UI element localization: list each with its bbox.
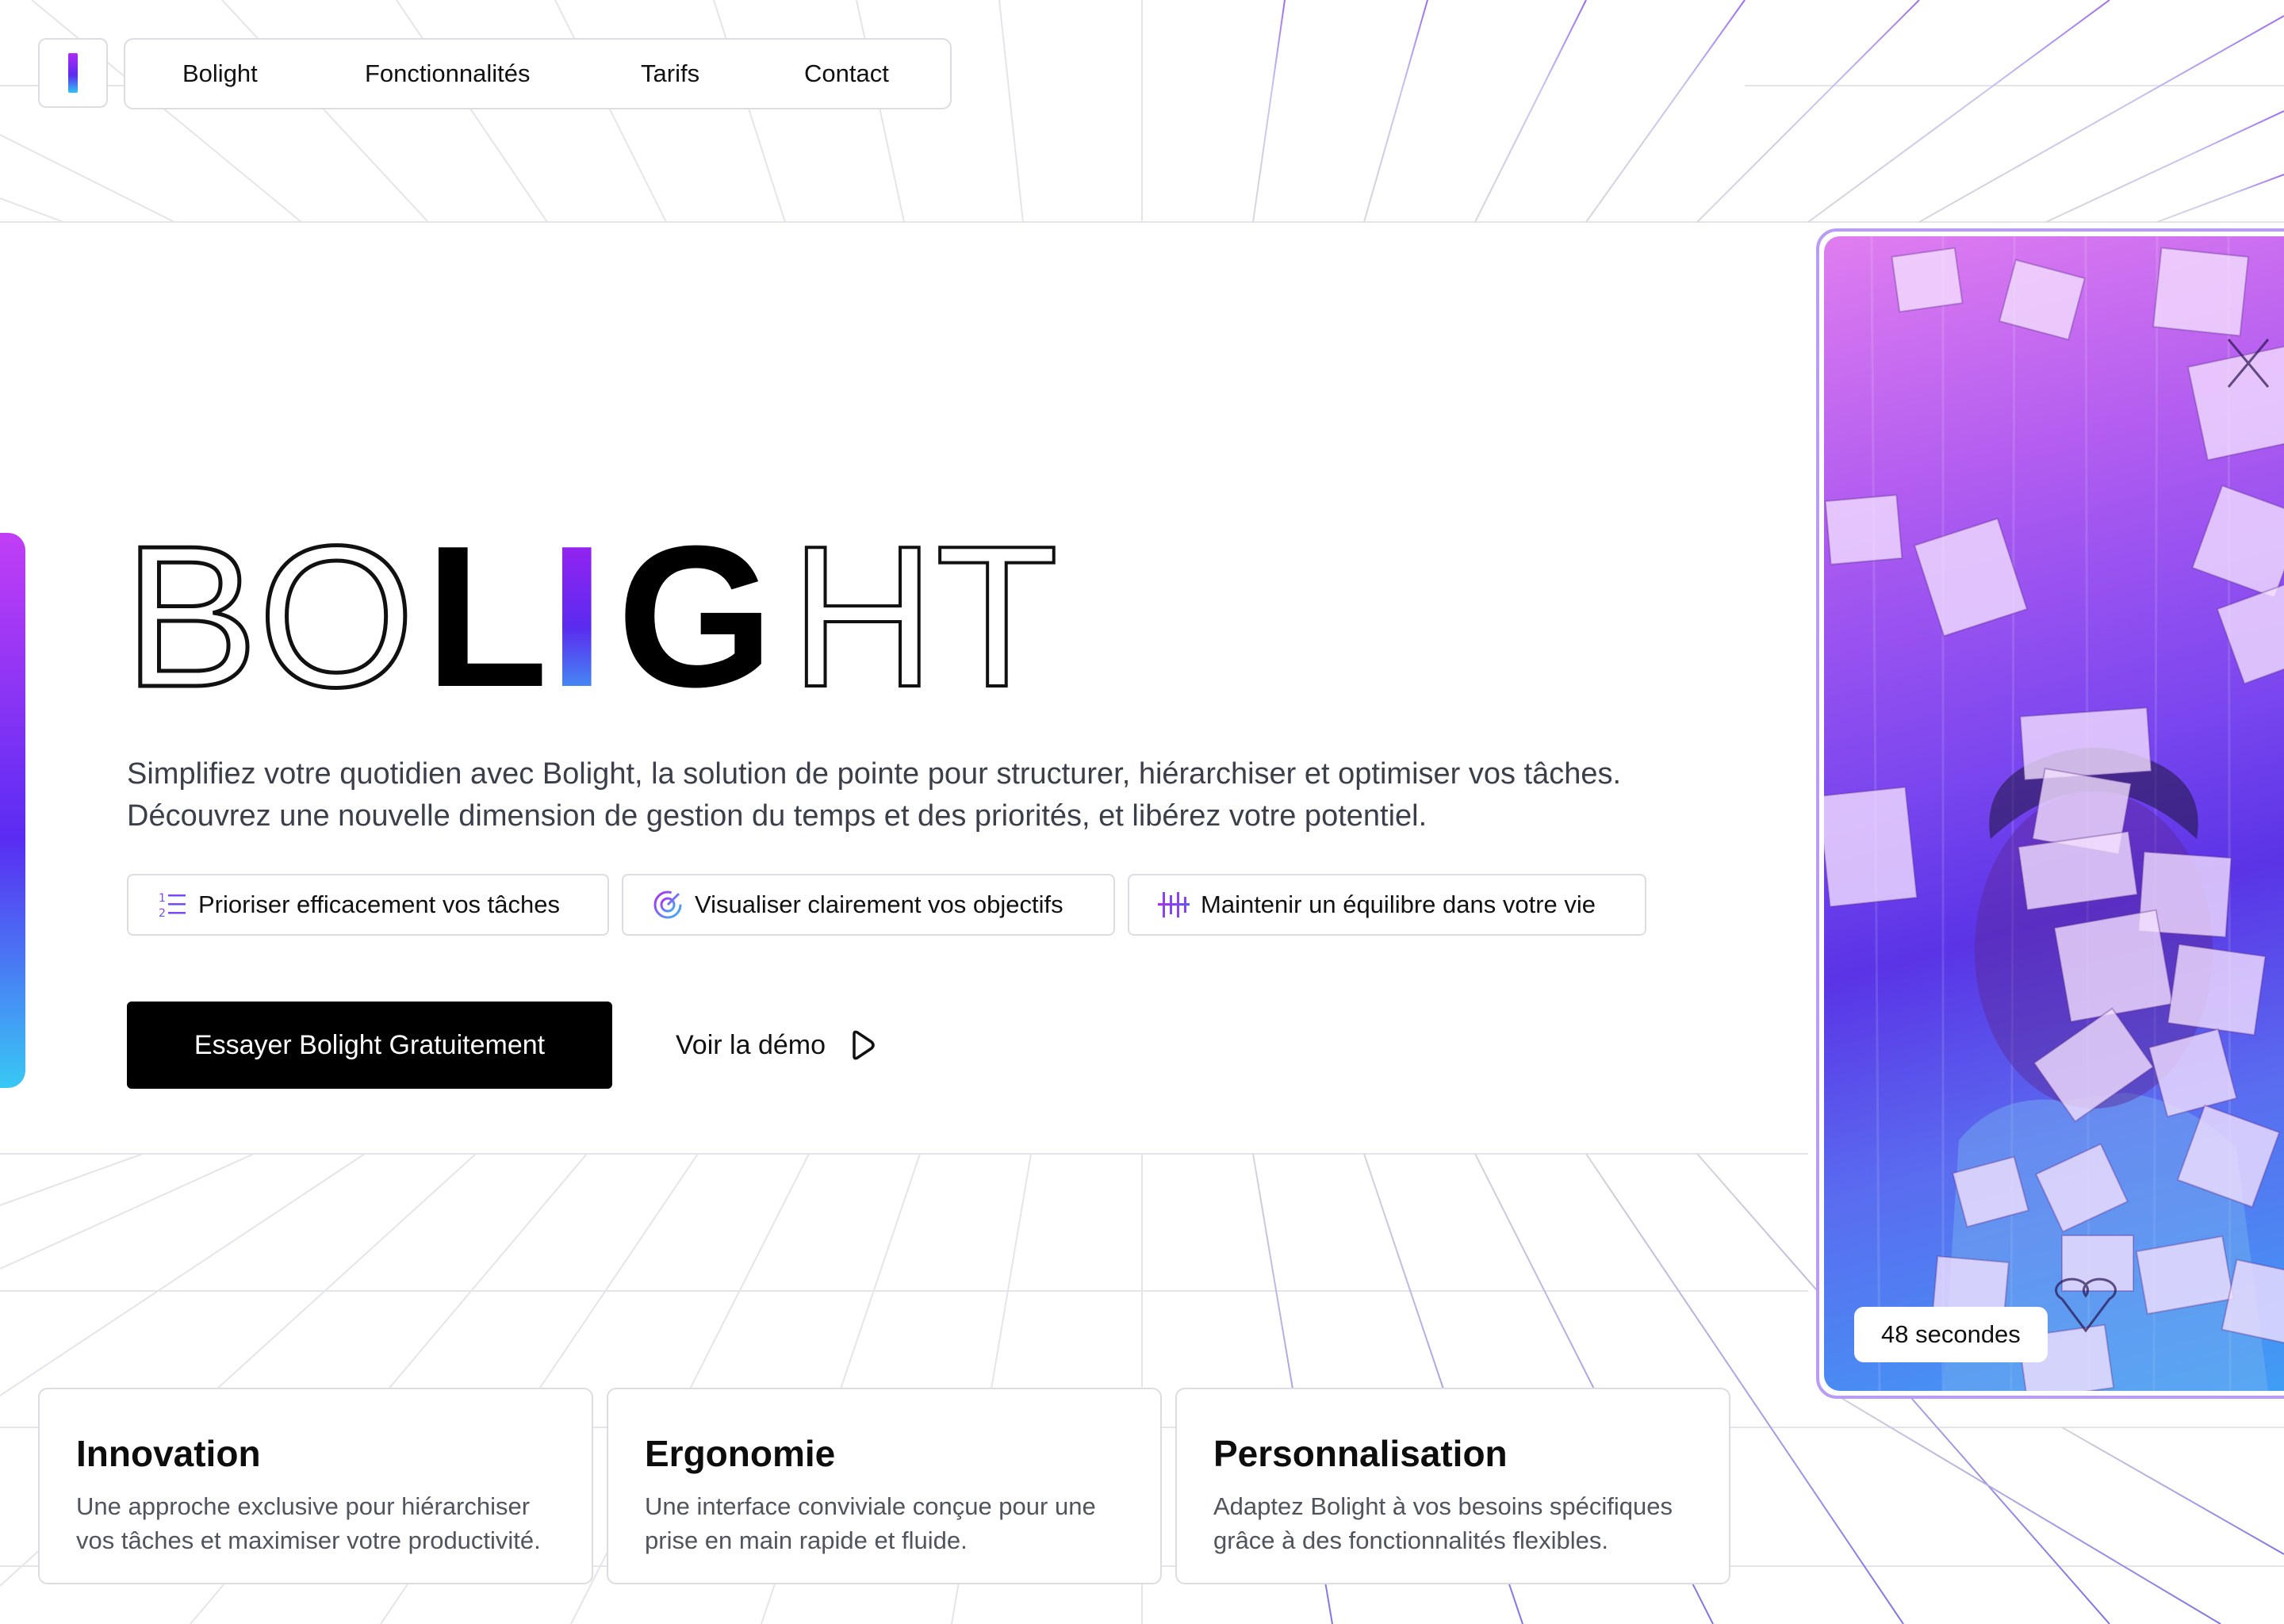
chip-label: Prioriser efficacement vos tâches <box>198 891 561 918</box>
try-free-button[interactable]: Essayer Bolight Gratuitement <box>127 1002 612 1089</box>
nav-item-contact[interactable]: Contact <box>804 40 889 108</box>
duration-badge: 48 secondes <box>1854 1307 2048 1362</box>
chip-label: Maintenir un équilibre dans votre vie <box>1201 891 1596 918</box>
brand-wordmark: BO L I G HT <box>124 531 1060 698</box>
photo-illustration <box>1824 236 2284 1391</box>
balance-lines-icon <box>1158 892 1190 917</box>
top-navigation: Bolight Fonctionnalités Tarifs Contact <box>124 38 952 109</box>
hero-description: Simplifiez votre quotidien avec Bolight,… <box>127 757 1622 833</box>
play-icon <box>853 1030 875 1060</box>
feature-text: Une interface conviviale conçue pour une… <box>645 1492 1096 1554</box>
hero-media-card[interactable]: 48 secondes <box>1816 228 2284 1399</box>
nav-item-fonctionnalites[interactable]: Fonctionnalités <box>365 40 531 108</box>
feature-text: Une approche exclusive pour hiérarchiser… <box>76 1492 541 1554</box>
brand-part-g: G <box>617 531 774 698</box>
demo-link[interactable]: Voir la démo <box>676 1023 876 1067</box>
feature-card-ergonomie: Ergonomie Une interface conviviale conçu… <box>607 1388 1162 1584</box>
brand-part-l: L <box>425 531 548 698</box>
gradient-bar-logo-icon <box>68 53 78 93</box>
chip-label: Visualiser clairement vos objectifs <box>695 891 1063 918</box>
chip-visualiser[interactable]: Visualiser clairement vos objectifs <box>622 874 1115 936</box>
feature-title: Ergonomie <box>645 1433 836 1474</box>
brand-part-i: I <box>549 531 605 698</box>
feature-text: Adaptez Bolight à vos besoins spécifique… <box>1213 1492 1673 1554</box>
feature-title: Innovation <box>76 1433 261 1474</box>
svg-text:2: 2 <box>159 907 166 920</box>
demo-label: Voir la démo <box>676 1029 826 1060</box>
brand-part-ht: HT <box>790 531 1059 698</box>
chip-equilibre[interactable]: Maintenir un équilibre dans votre vie <box>1128 874 1646 936</box>
numbered-list-icon: 1 2 <box>159 892 186 920</box>
feature-card-personnalisation: Personnalisation Adaptez Bolight à vos b… <box>1175 1388 1730 1584</box>
nav-item-tarifs[interactable]: Tarifs <box>641 40 699 108</box>
sticky-notes-photo: 48 secondes <box>1824 236 2284 1391</box>
feature-card-innovation: Innovation Une approche exclusive pour h… <box>38 1388 593 1584</box>
nav-item-bolight[interactable]: Bolight <box>182 40 258 108</box>
svg-text:1: 1 <box>159 892 166 905</box>
logo-button[interactable] <box>38 38 108 108</box>
feature-title: Personnalisation <box>1213 1433 1508 1474</box>
target-icon <box>653 891 682 919</box>
left-accent-bar <box>0 533 25 1088</box>
chip-prioriser[interactable]: 1 2 Prioriser efficacement vos tâches <box>127 874 609 936</box>
brand-part-bo: BO <box>124 531 415 698</box>
